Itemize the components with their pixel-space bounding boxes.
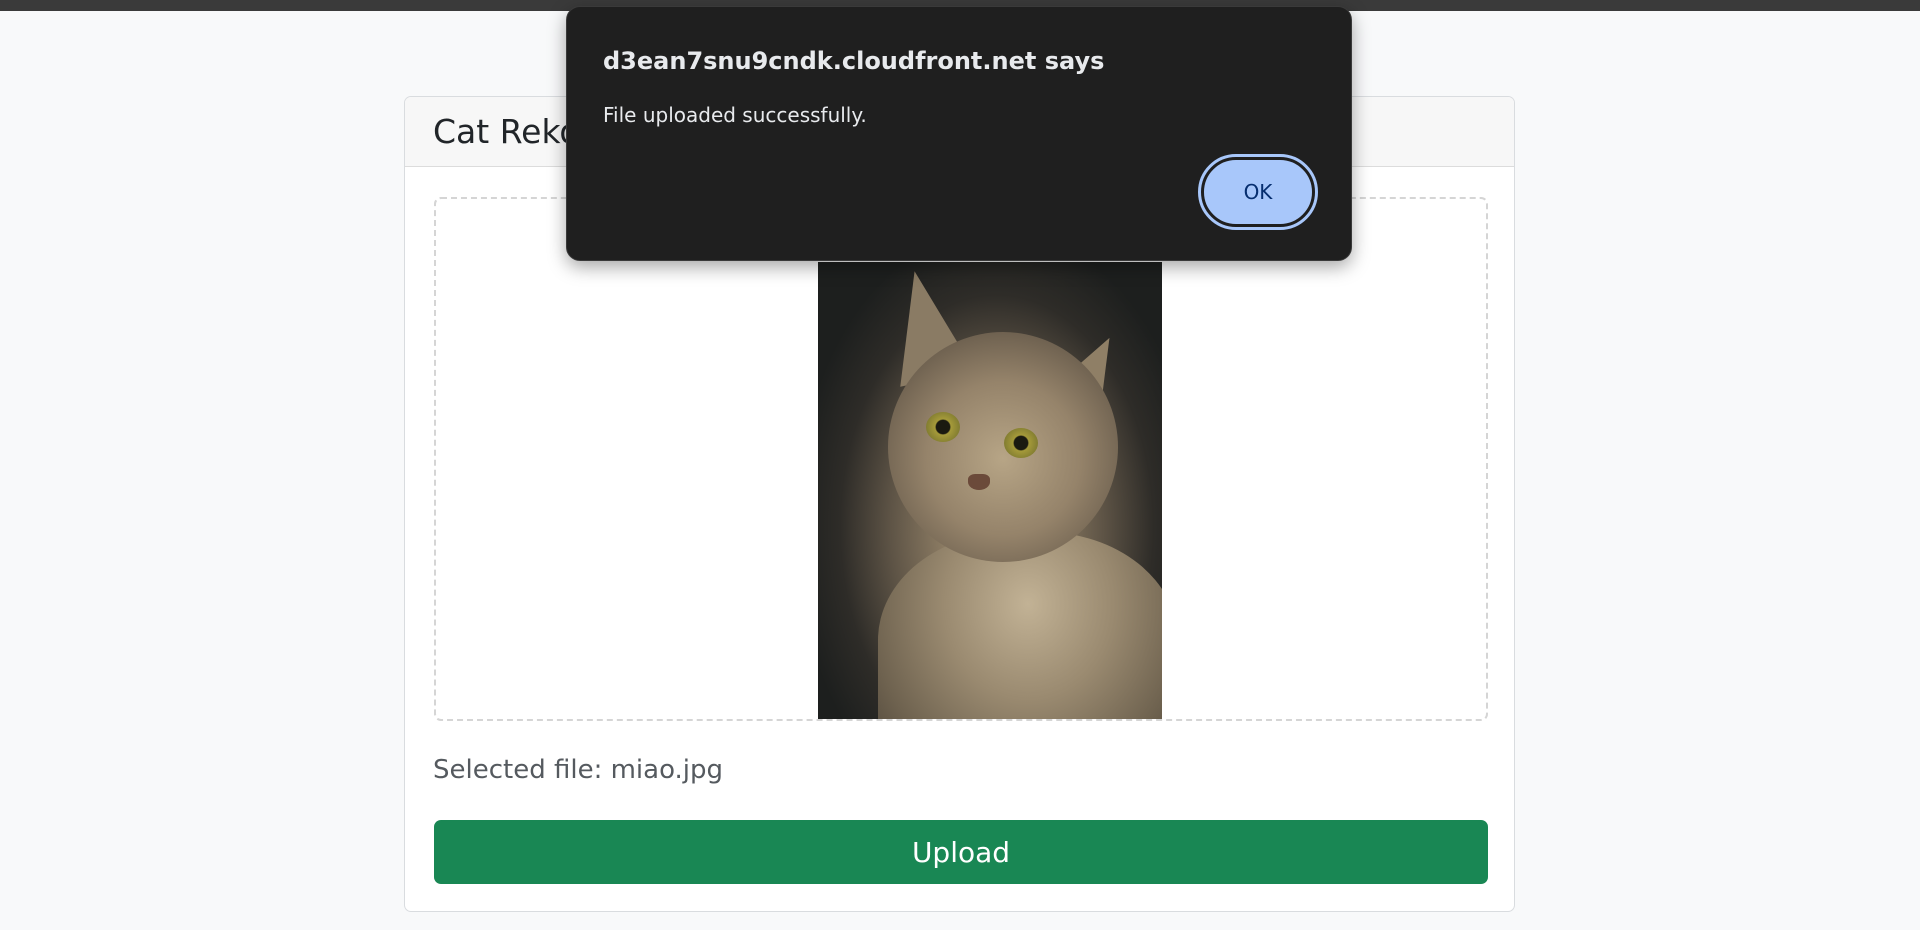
cat-nose-shape: [968, 474, 990, 490]
dialog-message: File uploaded successfully.: [603, 103, 867, 127]
dialog-title: d3ean7snu9cndk.cloudfront.net says: [603, 47, 1105, 75]
cat-image-preview: [818, 262, 1162, 719]
image-dropzone[interactable]: [434, 197, 1488, 721]
ok-button[interactable]: OK: [1198, 154, 1318, 230]
selected-file-label: Selected file: miao.jpg: [433, 755, 724, 785]
cat-eye-left-shape: [926, 412, 960, 442]
page-title: Cat Reko: [433, 112, 580, 151]
cat-eye-right-shape: [1004, 428, 1038, 458]
upload-button[interactable]: Upload: [434, 820, 1488, 884]
alert-dialog: d3ean7snu9cndk.cloudfront.net says File …: [566, 6, 1352, 261]
cat-head-shape: [888, 332, 1118, 562]
